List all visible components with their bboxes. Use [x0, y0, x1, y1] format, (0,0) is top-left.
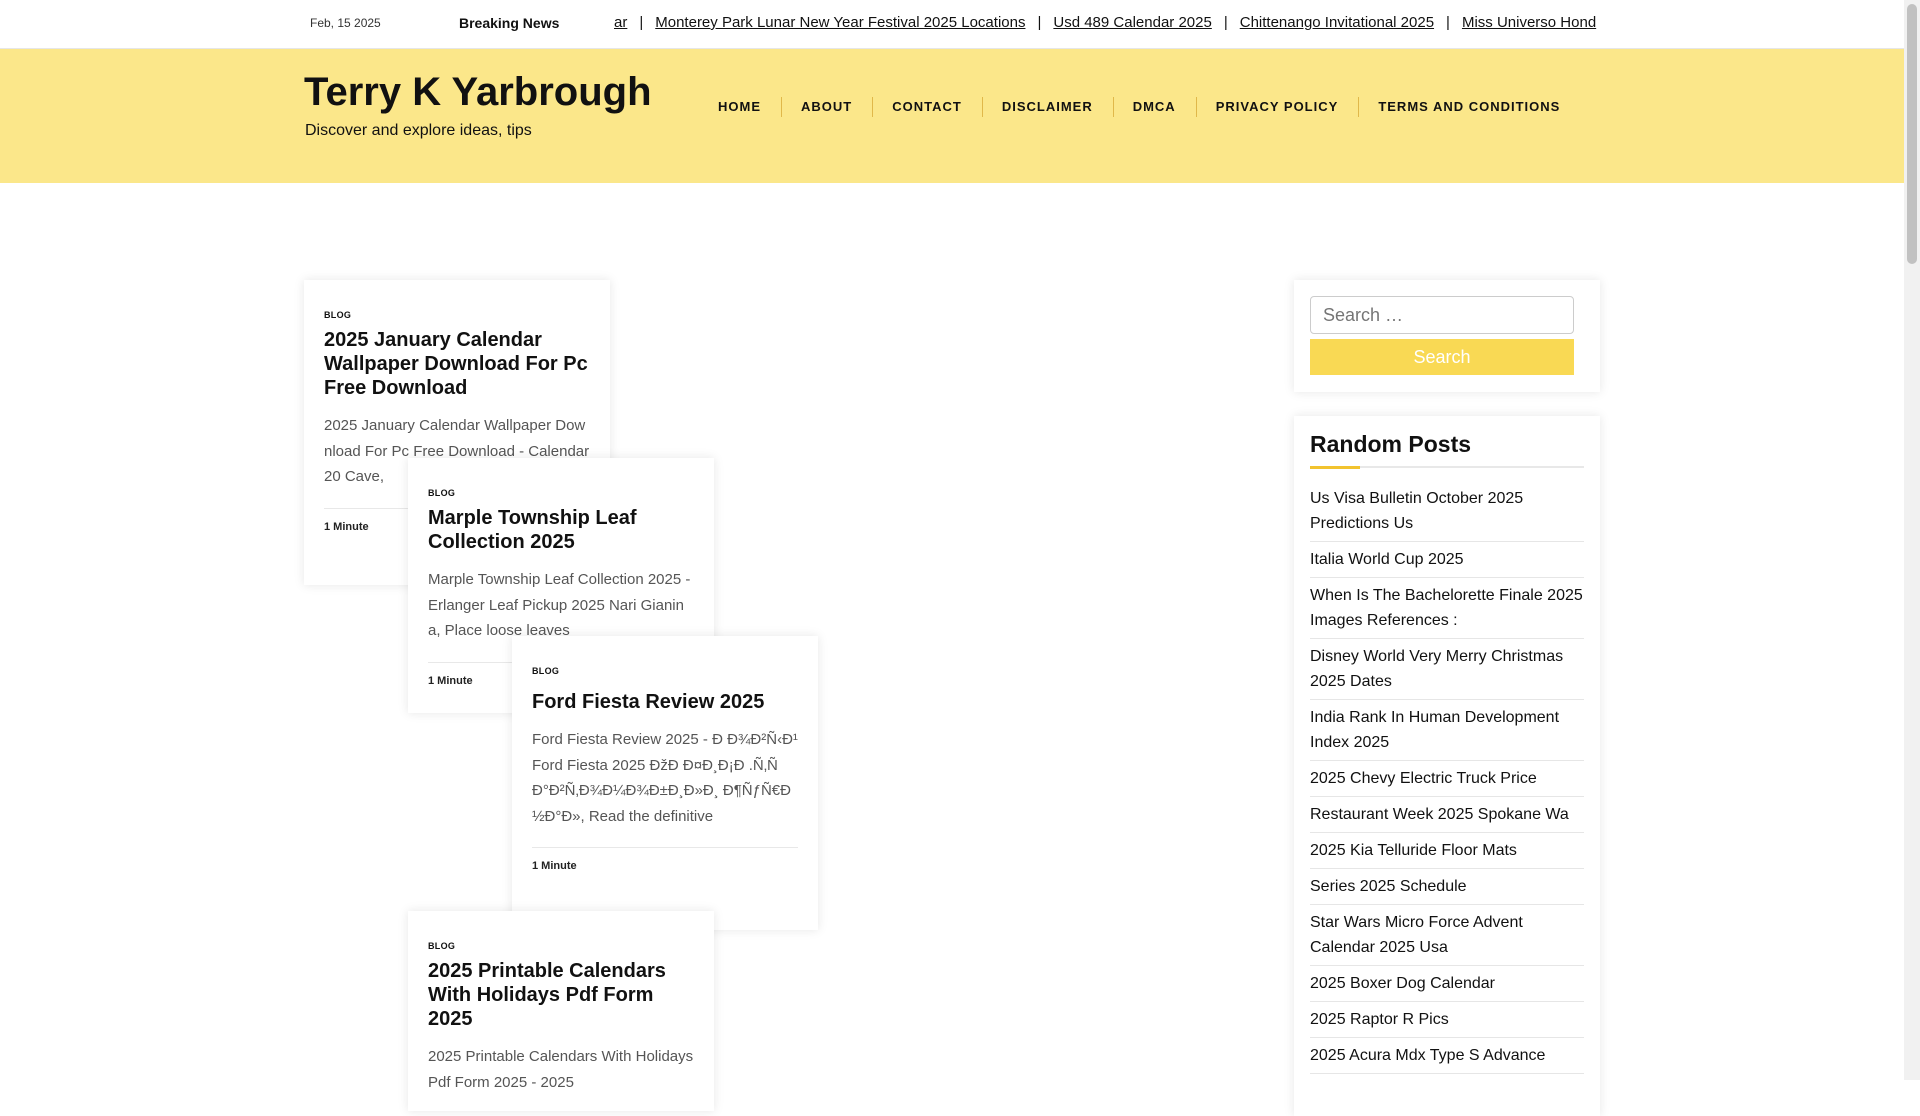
- top-bar: Feb, 15 2025 Breaking News ar | Monterey P…: [0, 0, 1904, 49]
- post-excerpt: Ford Fiesta Review 2025 - Ð Ð¾Ð²Ñ‹Ð¹ For…: [532, 731, 798, 825]
- random-post-link[interactable]: 2025 Chevy Electric Truck Price: [1310, 761, 1584, 797]
- post-category[interactable]: BLOG: [324, 310, 590, 320]
- random-post-link[interactable]: Italia World Cup 2025: [1310, 542, 1584, 578]
- site-title[interactable]: Terry K Yarbrough: [304, 70, 652, 115]
- random-post-link[interactable]: Series 2025 Schedule: [1310, 869, 1584, 905]
- ticker-separator: |: [1223, 14, 1228, 31]
- random-post-link[interactable]: India Rank In Human Development Index 20…: [1310, 700, 1584, 761]
- post-title[interactable]: Ford Fiesta Review 2025: [532, 690, 798, 714]
- main-nav: HOME ABOUT CONTACT DISCLAIMER DMCA PRIVA…: [698, 97, 1580, 117]
- search-widget: Search: [1294, 280, 1600, 392]
- breaking-news-label: Breaking News: [459, 15, 560, 31]
- ticker-link[interactable]: ar: [614, 14, 627, 31]
- post-excerpt: Marple Township Leaf Collection 2025 - E…: [428, 571, 691, 639]
- random-post-link[interactable]: 2025 Kia Telluride Floor Mats: [1310, 833, 1584, 869]
- nav-privacy-policy[interactable]: PRIVACY POLICY: [1195, 97, 1359, 117]
- post-title[interactable]: 2025 Printable Calendars With Holidays P…: [428, 959, 694, 1031]
- nav-about[interactable]: ABOUT: [781, 97, 872, 117]
- site-tagline: Discover and explore ideas, tips: [305, 122, 532, 139]
- ticker-separator: |: [1037, 14, 1042, 31]
- post-category[interactable]: BLOG: [428, 941, 694, 951]
- post-card: BLOG Ford Fiesta Review 2025 Ford Fiesta…: [512, 636, 818, 930]
- post-title[interactable]: Marple Township Leaf Collection 2025: [428, 506, 694, 554]
- current-date: Feb, 15 2025: [310, 16, 381, 30]
- ticker-link[interactable]: Monterey Park Lunar New Year Festival 20…: [655, 14, 1025, 31]
- post-category[interactable]: BLOG: [428, 488, 694, 498]
- ticker-separator: |: [639, 14, 644, 31]
- post-title[interactable]: 2025 January Calendar Wallpaper Download…: [324, 328, 590, 400]
- random-post-link[interactable]: When Is The Bachelorette Finale 2025 Ima…: [1310, 578, 1584, 639]
- search-button[interactable]: Search: [1310, 339, 1574, 375]
- search-input[interactable]: [1310, 296, 1574, 334]
- random-post-link[interactable]: Star Wars Micro Force Advent Calendar 20…: [1310, 905, 1584, 966]
- site-header: Terry K Yarbrough Discover and explore i…: [0, 49, 1904, 183]
- random-post-link[interactable]: 2025 Boxer Dog Calendar: [1310, 966, 1584, 1002]
- post-read-time: 1 Minute: [532, 847, 798, 872]
- nav-terms-and-conditions[interactable]: TERMS AND CONDITIONS: [1358, 97, 1580, 117]
- nav-disclaimer[interactable]: DISCLAIMER: [981, 97, 1113, 117]
- ticker-link[interactable]: Usd 489 Calendar 2025: [1053, 14, 1211, 31]
- news-ticker: ar | Monterey Park Lunar New Year Festival…: [614, 14, 1652, 36]
- random-post-link[interactable]: 2025 Raptor R Pics: [1310, 1002, 1584, 1038]
- post-category[interactable]: BLOG: [532, 666, 798, 676]
- random-post-link[interactable]: 2025 Acura Mdx Type S Advance: [1310, 1038, 1584, 1074]
- page-scrollbar[interactable]: [1904, 0, 1920, 1080]
- ticker-separator: |: [1446, 14, 1450, 31]
- ticker-link[interactable]: Miss Universo Hond: [1462, 14, 1596, 31]
- nav-home[interactable]: HOME: [698, 99, 781, 114]
- random-post-link[interactable]: Restaurant Week 2025 Spokane Wa: [1310, 797, 1584, 833]
- random-post-link[interactable]: Disney World Very Merry Christmas 2025 D…: [1310, 639, 1584, 700]
- ticker-link[interactable]: Chittenango Invitational 2025: [1240, 14, 1434, 31]
- nav-contact[interactable]: CONTACT: [872, 97, 982, 117]
- random-post-link[interactable]: Us Visa Bulletin October 2025 Prediction…: [1310, 486, 1584, 542]
- scrollbar-thumb[interactable]: [1907, 4, 1917, 264]
- nav-dmca[interactable]: DMCA: [1112, 97, 1196, 117]
- post-card: BLOG 2025 Printable Calendars With Holid…: [408, 911, 714, 1111]
- random-posts-list: Us Visa Bulletin October 2025 Prediction…: [1310, 486, 1584, 1074]
- random-posts-title: Random Posts: [1310, 431, 1584, 469]
- random-posts-widget: Random Posts Us Visa Bulletin October 20…: [1294, 416, 1600, 1116]
- post-excerpt: 2025 Printable Calendars With Holidays P…: [428, 1048, 694, 1091]
